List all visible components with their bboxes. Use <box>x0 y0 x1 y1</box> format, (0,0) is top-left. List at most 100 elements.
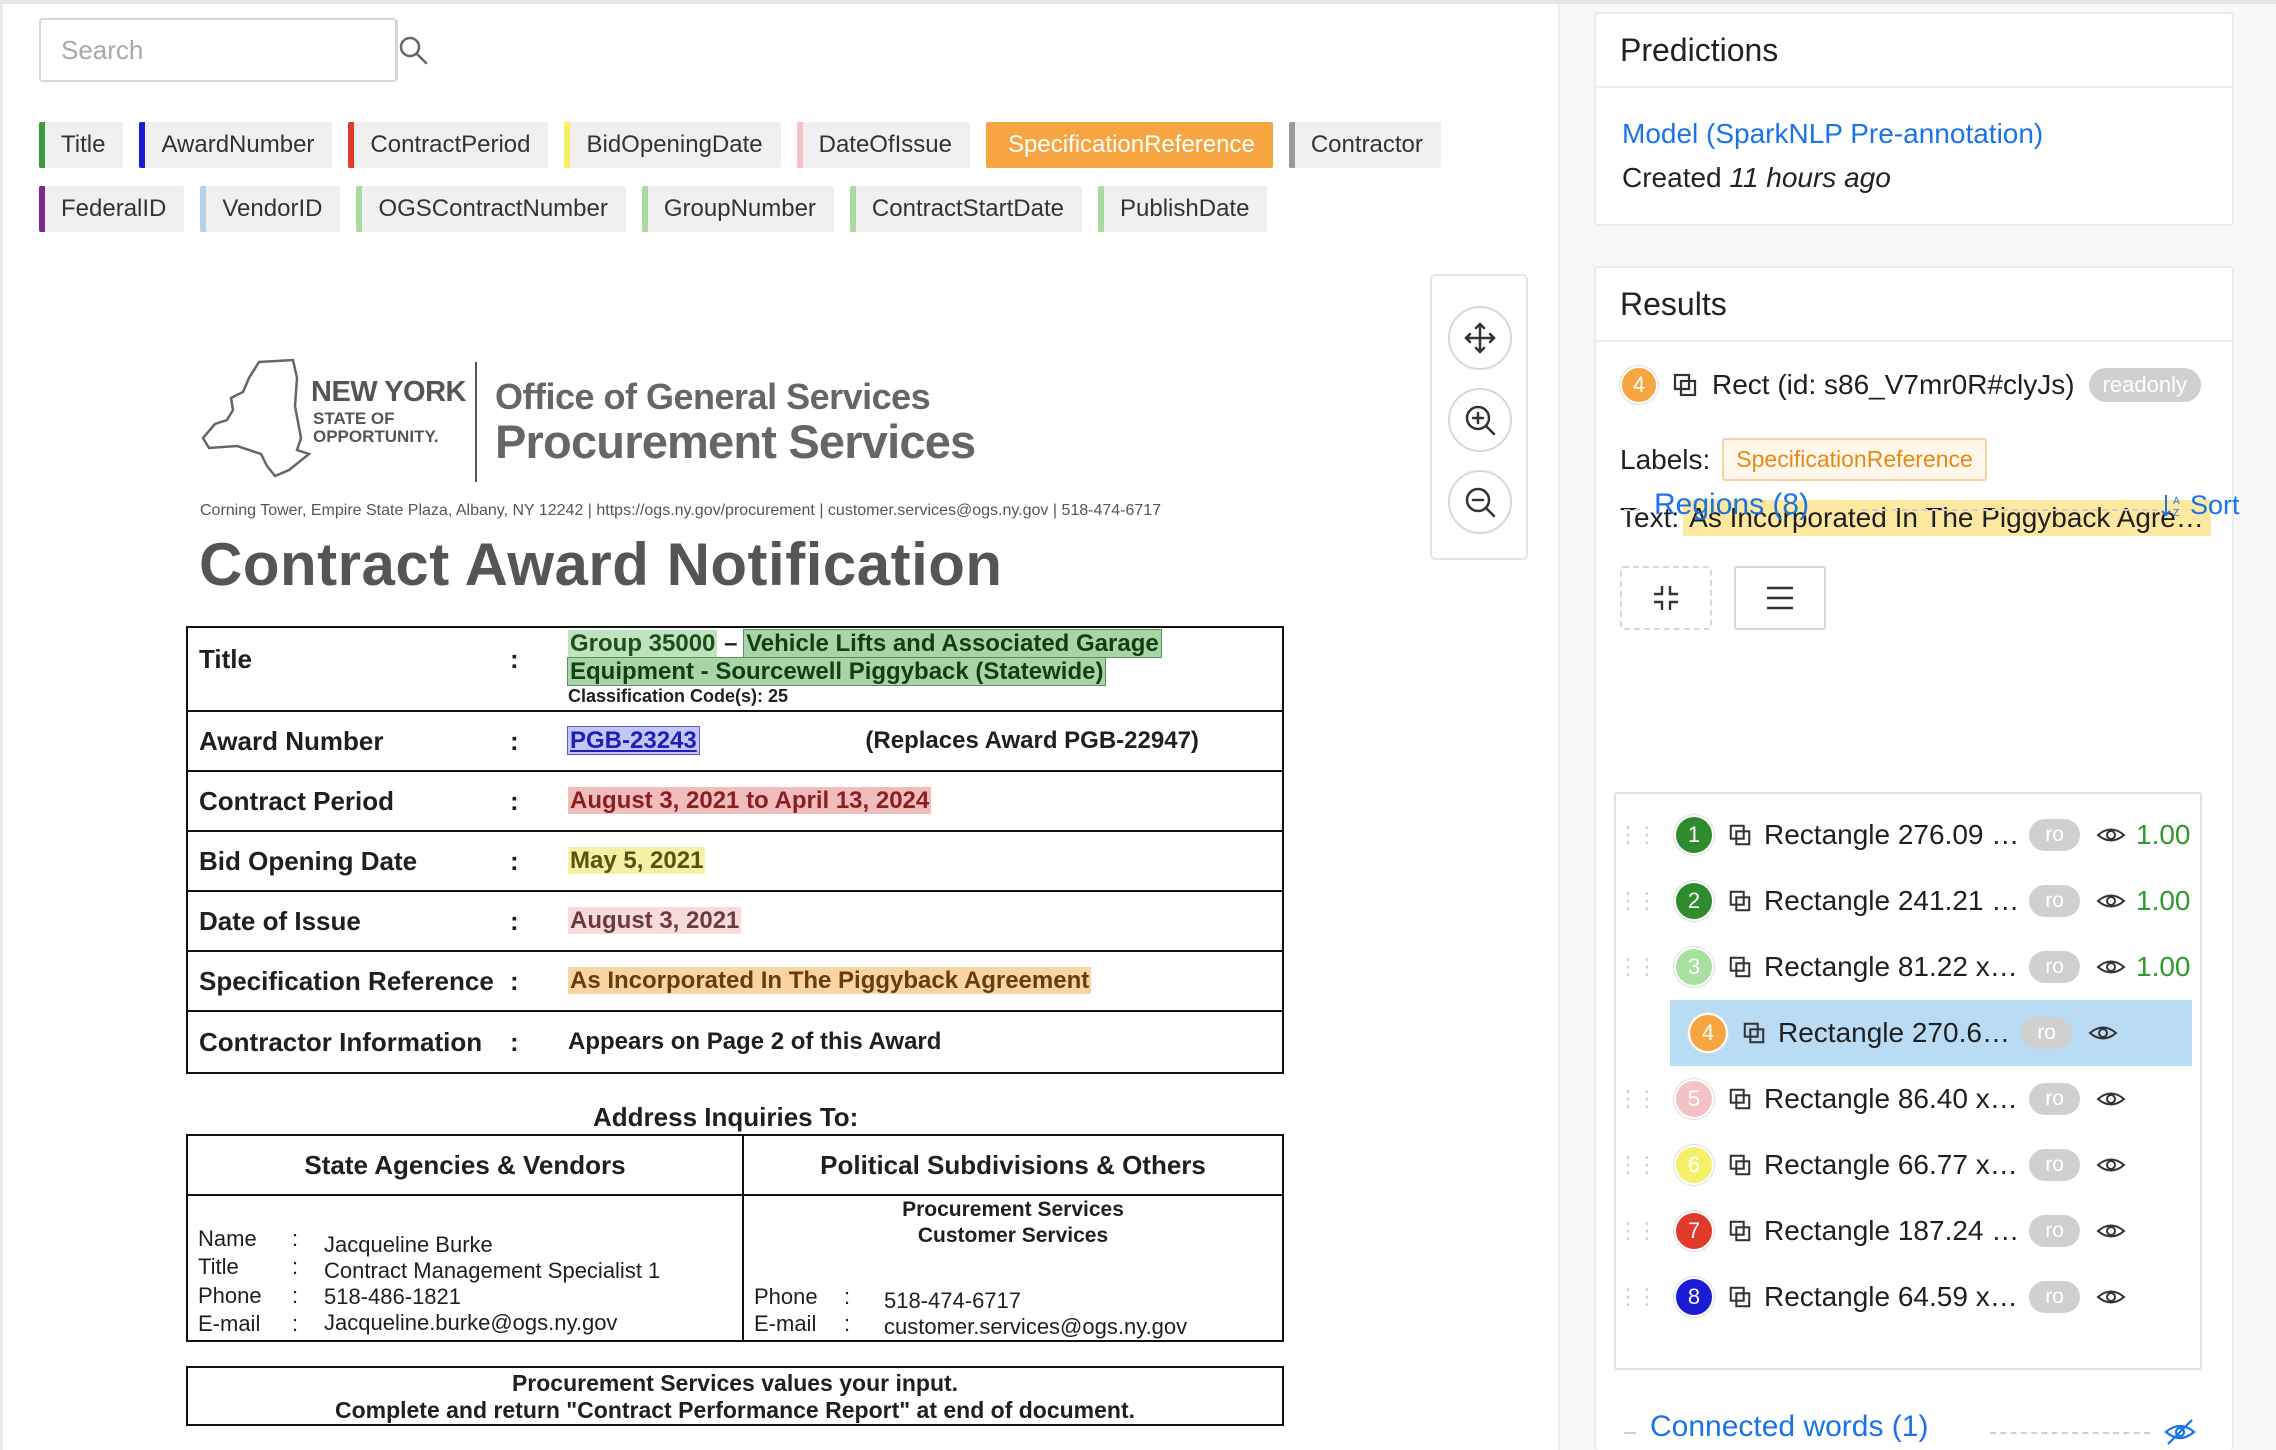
agencies-column: State Agencies & Vendors Name Title Phon… <box>188 1136 744 1340</box>
region-label: Rectangle 86.40 x 11.72 <box>1764 1083 2021 1114</box>
highlight-award-number[interactable]: PGB-23243 <box>567 726 700 755</box>
label-chip-groupnumber[interactable]: GroupNumber <box>641 186 834 232</box>
label-chip-contractor[interactable]: Contractor <box>1288 122 1441 168</box>
drag-handle-icon[interactable]: ⋮⋮ <box>1616 954 1658 980</box>
region-number: 6 <box>1674 1145 1714 1185</box>
prediction-created: Created 11 hours ago <box>1622 162 1891 194</box>
sort-icon: A Z <box>2161 494 2180 519</box>
predictions-title: Predictions <box>1596 14 2232 88</box>
eye-icon[interactable] <box>2088 1021 2118 1045</box>
move-icon <box>1464 322 1496 354</box>
eye-icon[interactable] <box>2096 1153 2126 1177</box>
drag-handle-icon[interactable]: ⋮⋮ <box>1616 1152 1658 1178</box>
contact-name: Jacqueline Burke <box>324 1232 493 1257</box>
email-label: E-mail <box>198 1311 261 1336</box>
rectangle-icon <box>1729 1286 1751 1308</box>
field-row-contractor: Contractor Information : Appears on Page… <box>188 1012 1282 1072</box>
connected-words-title[interactable]: Connected words (1) <box>1650 1410 1928 1444</box>
eye-icon[interactable] <box>2096 889 2126 913</box>
eye-icon[interactable] <box>2096 955 2126 979</box>
label-chip-specificationreference[interactable]: SpecificationReference <box>986 122 1273 168</box>
readonly-badge: ro <box>2029 1215 2080 1247</box>
highlight-date-of-issue[interactable]: August 3, 2021 <box>568 907 742 934</box>
title-label: Title <box>198 1254 239 1279</box>
region-item-7[interactable]: ⋮⋮ 7 Rectangle 187.24 x 11.72 ro <box>1616 1198 2200 1264</box>
field-row-award: Award Number : PGB-23243 (Replaces Award… <box>188 712 1282 772</box>
feedback-line-2: Complete and return "Contract Performanc… <box>334 1397 1136 1423</box>
readonly-badge: ro <box>2029 1083 2080 1115</box>
region-number: 4 <box>1688 1013 1728 1053</box>
label-chip-bidopeningdate[interactable]: BidOpeningDate <box>564 122 781 168</box>
results-title: Results <box>1596 268 2232 342</box>
agencies-header: State Agencies & Vendors <box>188 1136 742 1196</box>
colon: : <box>844 1311 851 1336</box>
region-item-2[interactable]: ⋮⋮ 2 Rectangle 241.21 x 11.72 ro 1.00 <box>1616 868 2200 934</box>
zoom-in-button[interactable] <box>1448 388 1512 452</box>
document-heading: Contract Award Notification <box>199 531 1003 598</box>
zoom-out-button[interactable] <box>1448 470 1512 534</box>
selected-region-id: Rect (id: s86_V7mr0R#clyJs) <box>1712 369 2075 400</box>
drag-handle-icon[interactable]: ⋮⋮ <box>1616 1284 1658 1310</box>
label-chip-vendorid[interactable]: VendorID <box>200 186 341 232</box>
eye-icon[interactable] <box>2096 1285 2126 1309</box>
highlight-title-1[interactable]: Vehicle Lifts and Associated Garage <box>743 629 1162 658</box>
field-colon: : <box>510 644 519 674</box>
highlight-specification-reference[interactable]: As Incorporated In The Piggyback Agreeme… <box>568 967 1092 994</box>
political-line-2: Customer Services <box>917 1224 1109 1247</box>
political-line-1: Procurement Services <box>902 1198 1124 1221</box>
drag-handle-icon[interactable]: ⋮⋮ <box>1616 1086 1658 1112</box>
eye-icon[interactable] <box>2096 823 2126 847</box>
collapse-button[interactable] <box>1620 566 1712 630</box>
region-item-1[interactable]: ⋮⋮ 1 Rectangle 276.09 x 11.72 ro 1.00 <box>1616 802 2200 868</box>
readonly-badge: readonly <box>2088 368 2201 402</box>
drag-handle-icon[interactable]: ⋮⋮ <box>1616 888 1658 914</box>
field-label: Award Number <box>199 725 384 756</box>
selected-label-chip[interactable]: SpecificationReference <box>1722 438 1987 481</box>
highlight-title-2[interactable]: Equipment - Sourcewell Piggyback (Statew… <box>566 657 1107 686</box>
new-york-state-outline-icon <box>201 358 312 478</box>
eye-icon[interactable] <box>2096 1219 2126 1243</box>
colon: : <box>292 1283 299 1308</box>
field-row-bid: Bid Opening Date : May 5, 2021 <box>188 832 1282 892</box>
drag-handle-icon[interactable]: ⋮⋮ <box>1616 1218 1658 1244</box>
pan-button[interactable] <box>1448 306 1512 370</box>
region-number: 2 <box>1674 881 1714 921</box>
search-button[interactable] <box>396 20 428 80</box>
label-chip-federalid[interactable]: FederalID <box>39 186 185 232</box>
search-input[interactable] <box>41 20 396 80</box>
region-item-3[interactable]: ⋮⋮ 3 Rectangle 81.22 x 11.72 ro 1.00 <box>1616 934 2200 1000</box>
highlight-contract-period[interactable]: August 3, 2021 to April 13, 2024 <box>568 787 932 814</box>
label-chip-title[interactable]: Title <box>39 122 124 168</box>
highlight-group-number[interactable]: Group 35000 <box>568 630 718 657</box>
label-chip-contractstartdate[interactable]: ContractStartDate <box>849 186 1083 232</box>
field-colon: : <box>510 845 519 876</box>
hide-eye-icon[interactable] <box>2164 1418 2196 1446</box>
eye-icon[interactable] <box>2096 1087 2126 1111</box>
menu-button[interactable] <box>1734 566 1826 630</box>
regions-title[interactable]: Regions (8) <box>1654 488 1809 522</box>
region-item-4[interactable]: 4 Rectangle 270.64 x 11.72 ro <box>1670 1000 2192 1066</box>
regions-list: ⋮⋮ 1 Rectangle 276.09 x 11.72 ro 1.00 ⋮⋮ 2 Rect… <box>1614 792 2202 1370</box>
label-chip-publishdate[interactable]: PublishDate <box>1098 186 1268 232</box>
rectangle-icon <box>1729 956 1751 978</box>
labels-caption: Labels: <box>1620 443 1711 475</box>
region-item-8[interactable]: ⋮⋮ 8 Rectangle 64.59 x 9.27 ro <box>1616 1264 2200 1330</box>
drag-handle-icon[interactable]: ⋮⋮ <box>1616 822 1658 848</box>
field-label: Title <box>199 644 252 674</box>
address-line: Corning Tower, Empire State Plaza, Alban… <box>200 502 1162 519</box>
political-column: Political Subdivisions & Others Procurem… <box>744 1136 1282 1340</box>
region-label: Rectangle 187.24 x 11.72 <box>1764 1215 2021 1246</box>
field-row-period: Contract Period : August 3, 2021 to Apri… <box>188 772 1282 832</box>
name-label: Name <box>198 1226 257 1251</box>
sort-button[interactable]: A Z Sort <box>2160 490 2240 521</box>
rectangle-icon <box>1729 824 1751 846</box>
region-item-5[interactable]: ⋮⋮ 5 Rectangle 86.40 x 11.72 ro <box>1616 1066 2200 1132</box>
label-chip-dateofissue[interactable]: DateOfIssue <box>796 122 971 168</box>
prediction-model-link[interactable]: Model (SparkNLP Pre-annotation) <box>1622 118 2043 150</box>
label-chip-awardnumber[interactable]: AwardNumber <box>139 122 333 168</box>
label-chip-ogscontractnumber[interactable]: OGSContractNumber <box>356 186 626 232</box>
label-chip-contractperiod[interactable]: ContractPeriod <box>348 122 549 168</box>
label-row-1: Title AwardNumber ContractPeriod BidOpening… <box>39 122 1519 168</box>
region-item-6[interactable]: ⋮⋮ 6 Rectangle 66.77 x 11.72 ro <box>1616 1132 2200 1198</box>
highlight-bid-opening-date[interactable]: May 5, 2021 <box>568 847 706 874</box>
